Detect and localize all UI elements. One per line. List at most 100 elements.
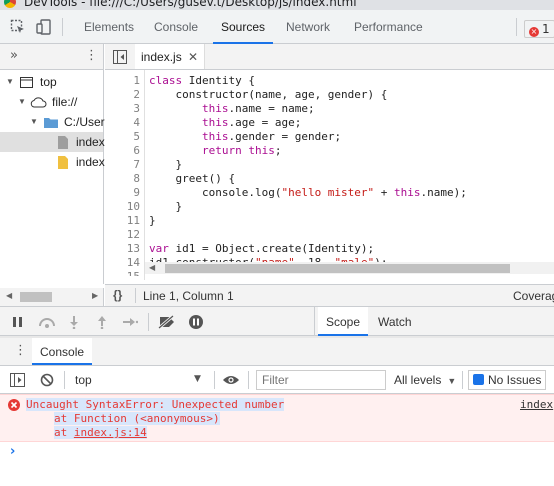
console-error-message: Uncaught SyntaxError: Unexpected number … <box>0 394 554 442</box>
line-number[interactable]: 6 <box>105 144 140 158</box>
tab-network[interactable]: Network <box>286 10 330 43</box>
code-line: console.log("hello mister" + this.name); <box>149 186 467 199</box>
chrome-icon <box>4 0 16 8</box>
tab-console[interactable]: Console <box>154 10 198 43</box>
line-number[interactable]: 2 <box>105 88 140 102</box>
editor-status-bar: {} Line 1, Column 1 Coverag <box>105 284 554 306</box>
pane-divider <box>314 307 315 336</box>
tree-item-file-index-js[interactable]: index <box>0 132 105 152</box>
tab-elements[interactable]: Elements <box>84 10 134 43</box>
close-icon[interactable]: ✕ <box>188 50 198 64</box>
device-toolbar-icon[interactable] <box>36 19 52 35</box>
drawer-tab-bar: ⋮ Console <box>0 338 554 366</box>
tree-item-file[interactable]: ▼ file:// <box>0 92 103 112</box>
show-sidebar-icon[interactable] <box>10 373 25 387</box>
error-icon <box>8 399 20 411</box>
tree-label: C:/User <box>64 115 105 129</box>
step-out-icon[interactable] <box>96 315 108 329</box>
pause-on-exceptions-icon[interactable] <box>188 314 204 330</box>
line-number[interactable]: 10 <box>105 200 140 214</box>
console-filter-input[interactable] <box>256 370 386 390</box>
tree-label: top <box>40 75 57 89</box>
line-number[interactable]: 12 <box>105 228 140 242</box>
scroll-thumb[interactable] <box>20 292 52 302</box>
clear-console-icon[interactable] <box>40 373 54 387</box>
error-count: 1 <box>542 22 550 36</box>
issues-button[interactable]: No Issues <box>468 370 546 390</box>
tree-item-file-index-html[interactable]: index <box>0 152 105 172</box>
code-line: this.gender = gender; <box>201 130 342 143</box>
navigator-scrollbar[interactable]: ◀ ▶ <box>0 288 104 306</box>
folder-icon <box>44 118 58 128</box>
step-icon[interactable] <box>122 316 138 328</box>
line-number[interactable]: 8 <box>105 172 140 186</box>
editor-file-tab[interactable]: index.js ✕ <box>135 44 206 69</box>
line-number[interactable]: 4 <box>105 116 140 130</box>
expand-triangle-icon[interactable]: ▼ <box>30 112 38 132</box>
file-navigator: ▼ top ▼ file:// ▼ C:/User index index <box>0 70 105 284</box>
live-expression-eye-icon[interactable] <box>222 374 240 386</box>
log-levels-dropdown[interactable]: All levels ▼ <box>394 370 456 390</box>
line-number[interactable]: 5 <box>105 130 140 144</box>
scroll-left-icon[interactable]: ◀ <box>6 291 12 300</box>
more-tabs-icon[interactable]: » <box>10 48 18 63</box>
console-prompt[interactable]: › <box>0 442 554 486</box>
inspect-element-icon[interactable] <box>10 19 26 35</box>
code-editor[interactable]: 123456789101112131415 class Identity { c… <box>105 70 554 280</box>
scroll-right-icon[interactable]: ▶ <box>92 291 98 300</box>
tab-watch[interactable]: Watch <box>378 307 412 336</box>
code-line: var id1 = Object.create(Identity); <box>149 242 375 255</box>
more-options-icon[interactable]: ⋮ <box>85 48 98 63</box>
stack-frame-link[interactable]: index.js:14 <box>74 426 147 439</box>
pretty-print-icon[interactable]: {} <box>113 288 122 302</box>
line-number-gutter: 123456789101112131415 <box>105 70 145 280</box>
toggle-navigator-icon[interactable] <box>113 50 127 64</box>
deactivate-breakpoints-icon[interactable] <box>158 315 176 329</box>
line-number[interactable]: 9 <box>105 186 140 200</box>
pause-icon[interactable] <box>12 316 24 328</box>
tree-label: file:// <box>52 95 78 109</box>
toolbar-divider <box>148 313 149 331</box>
line-number[interactable]: 1 <box>105 74 140 88</box>
scroll-thumb[interactable] <box>165 264 510 273</box>
drawer-tab-console[interactable]: Console <box>32 338 93 365</box>
error-text: Uncaught SyntaxError: Unexpected number <box>26 398 285 411</box>
step-over-icon[interactable] <box>38 316 56 328</box>
line-number[interactable]: 15 <box>105 270 140 276</box>
toolbar-divider <box>462 371 463 389</box>
expand-triangle-icon[interactable]: ▼ <box>18 92 26 112</box>
editor-horizontal-scrollbar[interactable]: ◀ <box>145 262 554 274</box>
code-line: this.name = name; <box>201 102 315 115</box>
line-number[interactable]: 11 <box>105 214 140 228</box>
context-label: top <box>75 373 92 387</box>
scroll-left-icon[interactable]: ◀ <box>149 263 155 272</box>
stack-frame: at index.js:14 <box>54 426 147 439</box>
error-source-link[interactable]: index <box>520 398 553 412</box>
tab-scope[interactable]: Scope <box>318 307 369 336</box>
stack-frame: at Function (<anonymous>) <box>54 412 220 425</box>
tree-item-folder[interactable]: ▼ C:/User <box>0 112 105 132</box>
line-number[interactable]: 13 <box>105 242 140 256</box>
code-line: greet() { <box>149 172 236 185</box>
toolbar-divider <box>214 371 215 389</box>
navigator-header: » ⋮ <box>0 44 104 70</box>
devtools-tab-bar: Elements Console Sources Network Perform… <box>0 10 554 44</box>
line-number[interactable]: 7 <box>105 158 140 172</box>
line-number[interactable]: 3 <box>105 102 140 116</box>
context-selector[interactable]: top ▼ <box>70 370 210 390</box>
tree-label: index <box>76 135 105 149</box>
line-number[interactable]: 14 <box>105 256 140 270</box>
cursor-position: Line 1, Column 1 <box>143 289 234 303</box>
tab-sources[interactable]: Sources <box>212 10 274 44</box>
tree-item-top[interactable]: ▼ top <box>0 72 103 92</box>
drawer-menu-icon[interactable]: ⋮ <box>14 343 27 358</box>
prompt-chevron-icon: › <box>10 444 16 459</box>
window-title: DevTools - file:///C:/Users/gusev.t/Desk… <box>24 0 357 9</box>
expand-triangle-icon[interactable]: ▼ <box>6 72 14 92</box>
error-count-badge[interactable]: × 1 <box>524 20 554 38</box>
issues-icon <box>473 374 484 385</box>
status-divider <box>135 288 136 303</box>
tab-performance[interactable]: Performance <box>354 10 423 43</box>
step-into-icon[interactable] <box>68 315 80 329</box>
code-line: } <box>149 158 183 171</box>
